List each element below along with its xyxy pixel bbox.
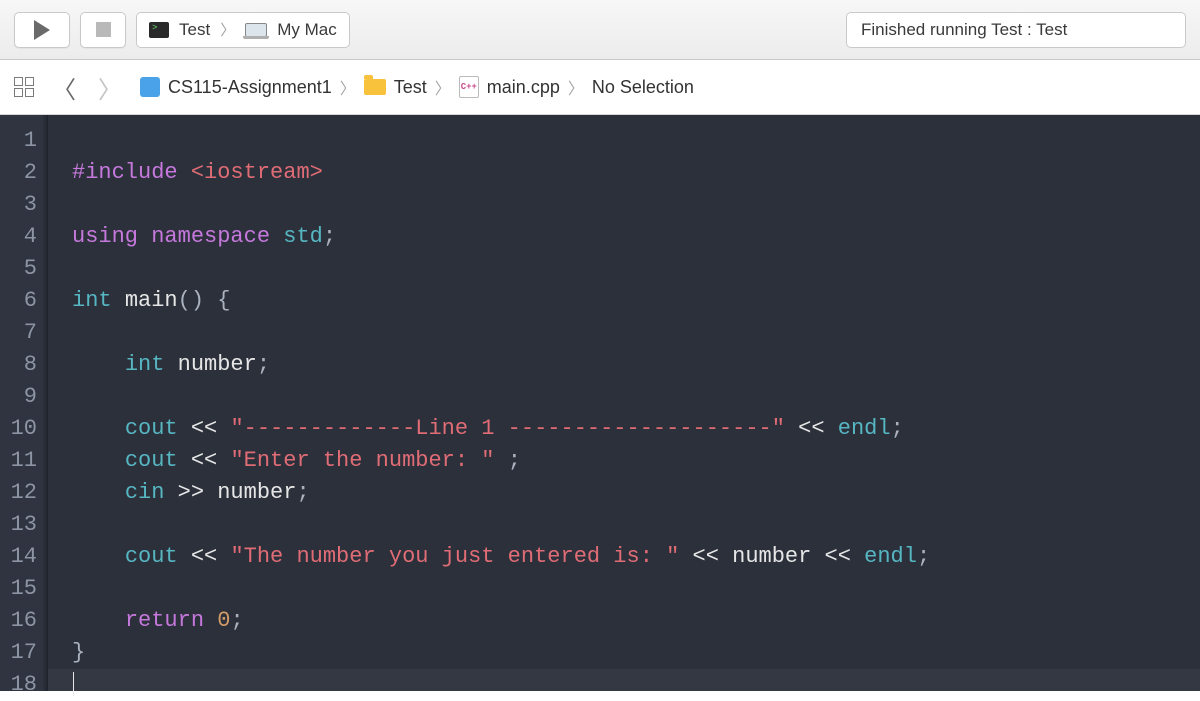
nav-back-button[interactable]: 〈 [48,70,80,105]
activity-viewer[interactable]: Finished running Test : Test [846,12,1186,48]
code-line [72,573,1176,605]
code-line: } [72,637,1176,669]
code-line: cout << "The number you just entered is:… [72,541,1176,573]
breadcrumb-selection[interactable]: No Selection [592,77,694,98]
chevron-right-icon: 〉 [435,75,451,99]
toolbar: Test 〉 My Mac Finished running Test : Te… [0,0,1200,60]
code-line: cout << "-------------Line 1 -----------… [72,413,1176,445]
chevron-right-icon: 〉 [568,75,584,99]
line-number: 13 [0,509,37,541]
line-number: 4 [0,221,37,253]
line-number: 10 [0,413,37,445]
line-number: 12 [0,477,37,509]
breadcrumb: CS115-Assignment1 〉 Test 〉 C++ main.cpp … [140,75,694,99]
line-number: 8 [0,349,37,381]
code-line: using namespace std; [72,221,1176,253]
terminal-icon [149,22,169,38]
code-line [72,509,1176,541]
scheme-device: My Mac [277,20,337,40]
code-line: cin >> number; [72,477,1176,509]
breadcrumb-file[interactable]: main.cpp [487,77,560,98]
line-number: 16 [0,605,37,637]
code-line [72,125,1176,157]
scheme-selector[interactable]: Test 〉 My Mac [136,12,350,48]
stop-icon [96,22,111,37]
line-number: 14 [0,541,37,573]
code-line: int number; [72,349,1176,381]
code-line: cout << "Enter the number: " ; [72,445,1176,477]
activity-text: Finished running Test : Test [861,20,1067,40]
code-line: int main() { [72,285,1176,317]
cpp-file-icon: C++ [459,76,479,98]
folder-icon [364,79,386,95]
run-button[interactable] [14,12,70,48]
breadcrumb-folder[interactable]: Test [394,77,427,98]
nav-forward-button[interactable]: 〉 [94,70,126,105]
cursor [73,672,74,696]
code-editor: 1 2 3 4 5 6 7 8 9 10 11 12 13 14 15 16 1… [0,115,1200,691]
code-line [72,253,1176,285]
line-number: 18 [0,669,37,701]
code-line: #include <iostream> [72,157,1176,189]
line-number: 7 [0,317,37,349]
breadcrumb-project[interactable]: CS115-Assignment1 [168,77,332,98]
line-number: 3 [0,189,37,221]
code-area[interactable]: #include <iostream> using namespace std;… [48,115,1200,691]
stop-button[interactable] [80,12,126,48]
code-line [72,381,1176,413]
line-number: 5 [0,253,37,285]
play-icon [34,20,50,40]
line-number: 2 [0,157,37,189]
line-number: 1 [0,125,37,157]
line-gutter[interactable]: 1 2 3 4 5 6 7 8 9 10 11 12 13 14 15 16 1… [0,115,48,691]
chevron-right-icon: 〉 [220,19,235,40]
related-items-icon[interactable] [14,77,34,97]
jump-bar: 〈 〉 CS115-Assignment1 〉 Test 〉 C++ main.… [0,60,1200,115]
laptop-icon [245,23,267,37]
code-line [72,317,1176,349]
line-number: 17 [0,637,37,669]
line-number: 6 [0,285,37,317]
line-number: 9 [0,381,37,413]
chevron-right-icon: 〉 [340,75,356,99]
line-number: 15 [0,573,37,605]
project-icon [140,77,160,97]
scheme-target: Test [179,20,210,40]
code-line [72,189,1176,221]
line-number: 11 [0,445,37,477]
code-line [48,669,1200,701]
code-line: return 0; [72,605,1176,637]
